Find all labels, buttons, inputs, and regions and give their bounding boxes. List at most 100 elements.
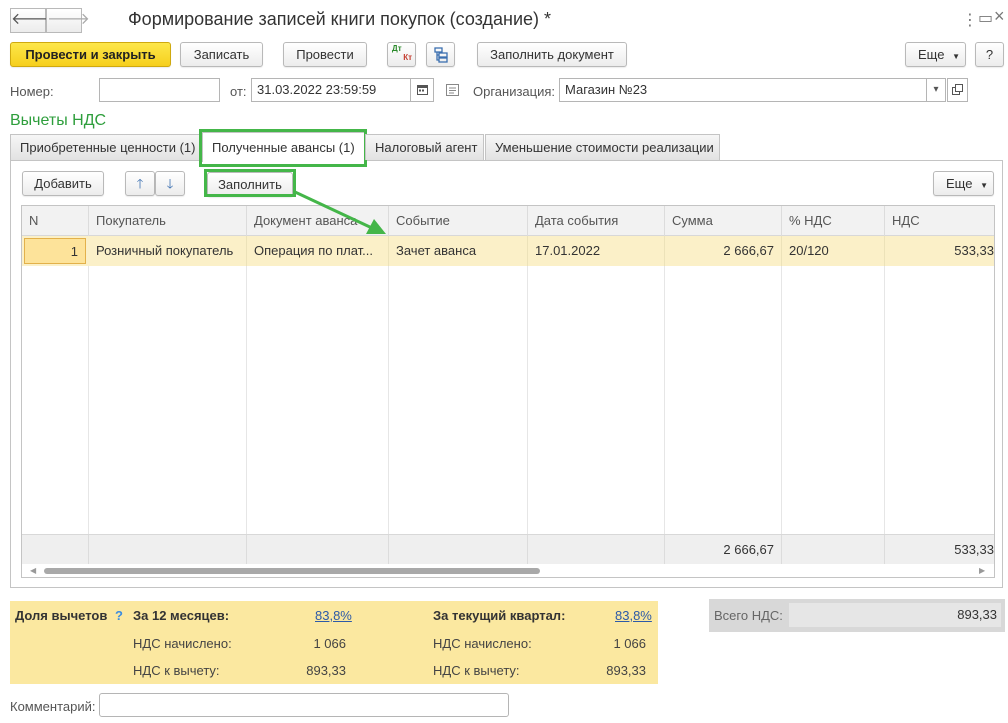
- footer-total-sum: 2 666,67: [665, 535, 782, 565]
- help-button[interactable]: ?: [975, 42, 1004, 67]
- calendar-icon: [416, 85, 428, 95]
- table-more-button[interactable]: Еще ▼: [933, 171, 994, 196]
- post-and-close-button[interactable]: Провести и закрыть: [10, 42, 171, 67]
- table-more-label: Еще: [946, 176, 973, 191]
- column-header-n[interactable]: N: [22, 206, 89, 236]
- dropdown-icon: ▾: [933, 84, 939, 95]
- column-header-vat[interactable]: НДС: [885, 206, 994, 236]
- table-header: N Покупатель Документ аванса Событие Дат…: [22, 206, 994, 236]
- table-footer: 2 666,67 533,33: [22, 534, 994, 565]
- footer-cell: [22, 535, 89, 565]
- column-divider: [781, 266, 782, 534]
- tab-acquired-values[interactable]: Приобретенные ценности (1): [10, 134, 200, 160]
- year-deductible-value: 893,33: [306, 663, 346, 678]
- cell-sum[interactable]: 2 666,67: [665, 236, 782, 266]
- total-vat-label: Всего НДС:: [714, 608, 783, 623]
- arrow-right-icon: 🡒: [47, 11, 90, 28]
- help-icon[interactable]: ?: [115, 608, 123, 623]
- deduction-share-label: Доля вычетов: [15, 608, 108, 623]
- date-field[interactable]: 31.03.2022 23:59:59: [251, 78, 411, 102]
- arrow-up-icon: 🡑: [136, 176, 144, 191]
- column-header-event-date[interactable]: Дата события: [528, 206, 665, 236]
- organization-open-button[interactable]: [947, 78, 968, 102]
- column-divider: [388, 266, 389, 534]
- scrollbar-thumb[interactable]: [44, 568, 540, 574]
- save-button[interactable]: Записать: [180, 42, 263, 67]
- comment-field[interactable]: [99, 693, 509, 717]
- column-header-buyer[interactable]: Покупатель: [89, 206, 247, 236]
- section-title: Вычеты НДС: [10, 112, 107, 129]
- quarter-percent-link[interactable]: 83,8%: [615, 608, 652, 623]
- quarter-accrued-label: НДС начислено:: [433, 636, 532, 651]
- comment-label: Комментарий:: [10, 699, 96, 714]
- move-down-button[interactable]: 🡓: [155, 171, 185, 196]
- cell-event-date[interactable]: 17.01.2022: [528, 236, 665, 266]
- column-header-sum[interactable]: Сумма: [665, 206, 782, 236]
- year-accrued-label: НДС начислено:: [133, 636, 232, 651]
- forward-button[interactable]: 🡒: [46, 8, 90, 33]
- highlight-box-fill: [204, 169, 296, 197]
- total-vat-value: 893,33: [789, 603, 1001, 627]
- footer-cell: [89, 535, 247, 565]
- organization-dropdown-button[interactable]: ▾: [926, 78, 946, 102]
- move-up-button[interactable]: 🡑: [125, 171, 155, 196]
- post-button[interactable]: Провести: [283, 42, 367, 67]
- add-button[interactable]: Добавить: [22, 171, 104, 196]
- fill-document-button[interactable]: Заполнить документ: [477, 42, 627, 67]
- footer-cell: [389, 535, 528, 565]
- more-icon[interactable]: ⋮: [962, 10, 978, 30]
- back-button[interactable]: 🡐: [10, 8, 54, 33]
- chevron-down-icon: ▼: [952, 52, 960, 61]
- quarter-title: За текущий квартал:: [433, 608, 566, 623]
- column-divider: [246, 266, 247, 534]
- cell-buyer[interactable]: Розничный покупатель: [89, 236, 247, 266]
- total-vat-panel: Всего НДС: 893,33: [709, 599, 1005, 632]
- year-accrued-value: 1 066: [313, 636, 346, 651]
- structure-icon: [433, 47, 448, 63]
- dt-kt-button[interactable]: Дт Кт: [387, 42, 416, 67]
- table-row[interactable]: 1 Розничный покупатель Операция по плат.…: [22, 236, 994, 266]
- scroll-right-icon[interactable]: ▶: [979, 566, 985, 575]
- calendar-button[interactable]: [410, 78, 434, 102]
- quarter-accrued-value: 1 066: [613, 636, 646, 651]
- footer-cell: [782, 535, 885, 565]
- horizontal-scrollbar[interactable]: ◀ ▶: [22, 564, 994, 577]
- cell-vat-rate[interactable]: 20/120: [782, 236, 885, 266]
- tab-tax-agent[interactable]: Налоговый агент: [365, 134, 484, 160]
- quarter-deductible-value: 893,33: [606, 663, 646, 678]
- kt-label: Кт: [403, 53, 412, 62]
- cell-advance-doc[interactable]: Операция по плат...: [247, 236, 389, 266]
- column-divider: [527, 266, 528, 534]
- scroll-left-icon[interactable]: ◀: [30, 566, 36, 575]
- column-divider: [884, 266, 885, 534]
- toolbar-more-label: Еще: [918, 47, 945, 62]
- structure-button[interactable]: [426, 42, 455, 67]
- year-title: За 12 месяцев:: [133, 608, 230, 623]
- document-info-icon[interactable]: [446, 84, 459, 99]
- year-deductible-label: НДС к вычету:: [133, 663, 220, 678]
- chevron-down-icon: ▼: [980, 181, 988, 190]
- number-field[interactable]: [99, 78, 220, 102]
- column-header-vat-rate[interactable]: % НДС: [782, 206, 885, 236]
- tab-cost-reduction[interactable]: Уменьшение стоимости реализации: [485, 134, 720, 160]
- column-divider: [664, 266, 665, 534]
- advances-table[interactable]: N Покупатель Документ аванса Событие Дат…: [21, 205, 995, 578]
- cell-n[interactable]: 1: [24, 238, 86, 264]
- organization-label: Организация:: [473, 84, 556, 99]
- column-header-advance-doc[interactable]: Документ аванса: [247, 206, 389, 236]
- quarter-deductible-label: НДС к вычету:: [433, 663, 520, 678]
- close-icon[interactable]: ×: [994, 6, 1005, 27]
- window-title: Формирование записей книги покупок (созд…: [128, 9, 552, 29]
- cell-event[interactable]: Зачет аванса: [389, 236, 528, 266]
- deduction-share-panel: Доля вычетов ? За 12 месяцев: 83,8% НДС …: [10, 601, 658, 684]
- number-label: Номер:: [10, 84, 54, 99]
- footer-total-vat: 533,33: [954, 542, 994, 557]
- arrow-down-icon: 🡓: [166, 176, 174, 191]
- year-percent-link[interactable]: 83,8%: [315, 608, 352, 623]
- organization-field[interactable]: Магазин №23: [559, 78, 927, 102]
- maximize-icon[interactable]: ▭: [978, 8, 993, 28]
- column-divider: [88, 266, 89, 534]
- toolbar-more-button[interactable]: Еще ▼: [905, 42, 966, 67]
- cell-vat[interactable]: 533,33: [885, 236, 994, 266]
- column-header-event[interactable]: Событие: [389, 206, 528, 236]
